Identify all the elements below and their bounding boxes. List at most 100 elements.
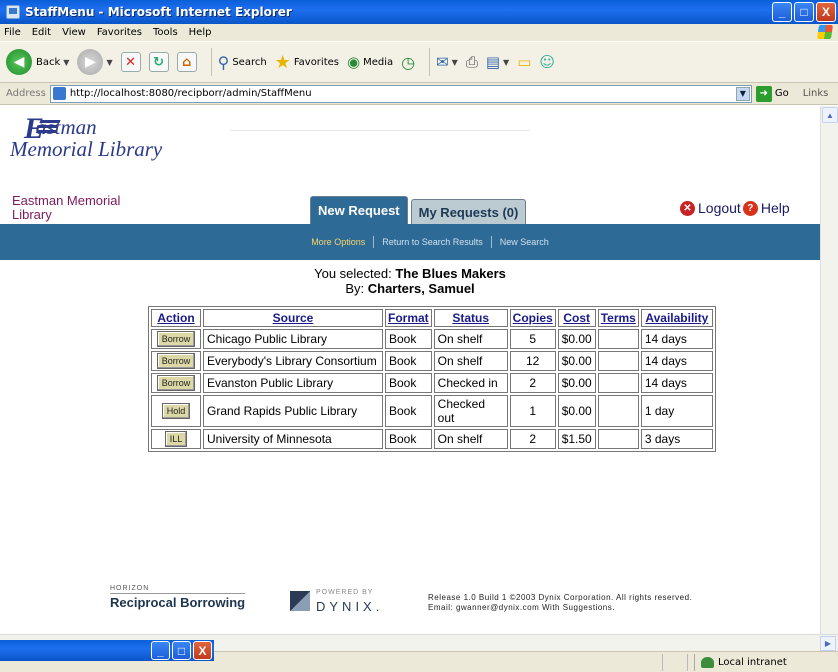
header-actions: ✕ Logout ? Help — [680, 200, 790, 216]
cost-cell: $0.00 — [557, 395, 596, 427]
back-button[interactable]: ◀ Back ▼ — [6, 47, 69, 77]
menu-favorites[interactable]: Favorites — [97, 27, 142, 38]
tab-my-requests[interactable]: My Requests (0) — [410, 199, 527, 224]
favorites-label: Favorites — [293, 56, 339, 68]
page-footer: HORIZON Reciprocal Borrowing POWERED BY … — [110, 585, 810, 625]
maximize-button[interactable]: □ — [172, 641, 191, 660]
cost-cell: $0.00 — [557, 373, 596, 393]
star-icon: ★ — [274, 51, 291, 73]
vertical-scrollbar[interactable]: ▲ — [820, 106, 838, 634]
refresh-icon: ↻ — [148, 52, 169, 72]
action-cell: Hold — [151, 395, 201, 427]
help-link[interactable]: Help — [761, 200, 790, 216]
source-cell: Grand Rapids Public Library — [203, 395, 383, 427]
col-availability[interactable]: Availability — [640, 309, 713, 327]
discuss-button[interactable]: ▭ — [517, 47, 531, 77]
history-button[interactable]: ◷ — [401, 47, 415, 77]
status-cell: On shelf — [433, 329, 508, 349]
stop-button[interactable]: ✕ — [120, 47, 141, 77]
address-url: http://localhost:8080/recipborr/admin/St… — [69, 88, 312, 99]
format-cell: Book — [385, 395, 432, 427]
logout-link[interactable]: Logout — [698, 200, 741, 216]
go-button[interactable]: ➜ Go — [755, 85, 789, 102]
chevron-down-icon: ▼ — [503, 57, 510, 67]
back-arrow-icon: ◀ — [6, 49, 32, 75]
availability-cell: 14 days — [640, 373, 713, 393]
forward-button[interactable]: ▶ ▼ — [77, 47, 113, 77]
format-cell: Book — [385, 329, 432, 349]
chevron-down-icon[interactable]: ▼ — [735, 86, 750, 101]
folder-icon: ▭ — [517, 53, 532, 71]
menu-tools[interactable]: Tools — [153, 27, 178, 38]
scroll-right-icon[interactable]: ▶ — [820, 636, 836, 651]
search-button[interactable]: ⚲ Search — [218, 47, 267, 77]
menu-view[interactable]: View — [62, 27, 86, 38]
nav-new-search[interactable]: New Search — [492, 237, 557, 247]
close-button[interactable]: X — [816, 2, 836, 22]
col-copies[interactable]: Copies — [509, 309, 556, 327]
menu-edit[interactable]: Edit — [32, 27, 51, 38]
copies-cell: 12 — [509, 351, 556, 371]
copies-cell: 5 — [509, 329, 556, 349]
release-text: Release 1.0 Build 1 ©2003 Dynix Corporat… — [428, 593, 693, 602]
scroll-up-icon[interactable]: ▲ — [822, 107, 838, 123]
back-label: Back — [36, 56, 61, 68]
action-cell: Borrow — [151, 373, 201, 393]
address-input[interactable]: http://localhost:8080/recipborr/admin/St… — [49, 84, 752, 103]
col-format[interactable]: Format — [385, 309, 432, 327]
media-button[interactable]: ◉ Media — [347, 47, 393, 77]
stop-icon: ✕ — [120, 52, 141, 72]
col-source[interactable]: Source — [203, 309, 383, 327]
home-button[interactable]: ⌂ — [176, 47, 197, 77]
source-cell: Everybody's Library Consortium — [203, 351, 383, 371]
home-icon: ⌂ — [176, 52, 197, 72]
col-action[interactable]: Action — [151, 309, 201, 327]
menu-help[interactable]: Help — [189, 27, 212, 38]
favorites-button[interactable]: ★ Favorites — [275, 47, 339, 77]
action-cell: ILL — [151, 429, 201, 449]
email-text[interactable]: Email: gwanner@dynix.com With Suggestion… — [428, 603, 692, 613]
nav-return-to-results[interactable]: Return to Search Results — [374, 237, 491, 247]
page-icon — [52, 87, 66, 100]
ill-button[interactable]: ILL — [164, 431, 188, 447]
dynix-wordmark: DYNIX. — [316, 599, 384, 614]
borrow-button[interactable]: Borrow — [156, 375, 196, 391]
close-button[interactable]: X — [193, 641, 212, 660]
terms-cell — [597, 429, 639, 449]
cost-cell: $1.50 — [557, 429, 596, 449]
minimize-button[interactable]: _ — [151, 641, 170, 660]
col-status[interactable]: Status — [433, 309, 508, 327]
print-button[interactable]: ⎙ — [466, 47, 478, 77]
col-terms[interactable]: Terms — [597, 309, 639, 327]
table-row: Borrow Everybody's Library Consortium Bo… — [151, 351, 713, 371]
intranet-icon — [701, 657, 714, 668]
borrow-button[interactable]: Borrow — [156, 353, 196, 369]
cost-cell: $0.00 — [557, 351, 596, 371]
library-name: Eastman Memorial Library — [12, 193, 121, 222]
options-nav: More Options Return to Search Results Ne… — [0, 224, 820, 260]
toolbar-separator — [429, 48, 431, 76]
browser-window: StaffMenu - Microsoft Internet Explorer … — [0, 0, 838, 672]
format-cell: Book — [385, 429, 432, 449]
links-toolbar[interactable]: Links — [803, 88, 829, 99]
minimize-button[interactable]: _ — [772, 2, 792, 22]
history-icon: ◷ — [401, 52, 416, 72]
action-cell: Borrow — [151, 351, 201, 371]
refresh-button[interactable]: ↻ — [148, 47, 169, 77]
mail-button[interactable]: ✉ ▼ — [436, 47, 458, 77]
maximize-button[interactable]: □ — [794, 2, 814, 22]
menu-file[interactable]: File — [4, 27, 21, 38]
author-prefix: By: — [345, 281, 365, 296]
selected-author: Charters, Samuel — [367, 281, 475, 296]
help-icon: ? — [742, 200, 758, 216]
edit-button[interactable]: ▤ ▼ — [486, 47, 509, 77]
nav-more-options[interactable]: More Options — [303, 237, 373, 247]
hold-button[interactable]: Hold — [161, 403, 191, 419]
toolbar: ◀ Back ▼ ▶ ▼ ✕ ↻ ⌂ ⚲ Search ★ Favorites … — [0, 41, 838, 83]
format-cell: Book — [385, 351, 432, 371]
messenger-button[interactable]: ☺ — [539, 47, 555, 77]
tab-new-request[interactable]: New Request — [310, 196, 408, 224]
borrow-button[interactable]: Borrow — [156, 331, 196, 347]
toolbar-separator — [210, 48, 212, 76]
col-cost[interactable]: Cost — [557, 309, 596, 327]
